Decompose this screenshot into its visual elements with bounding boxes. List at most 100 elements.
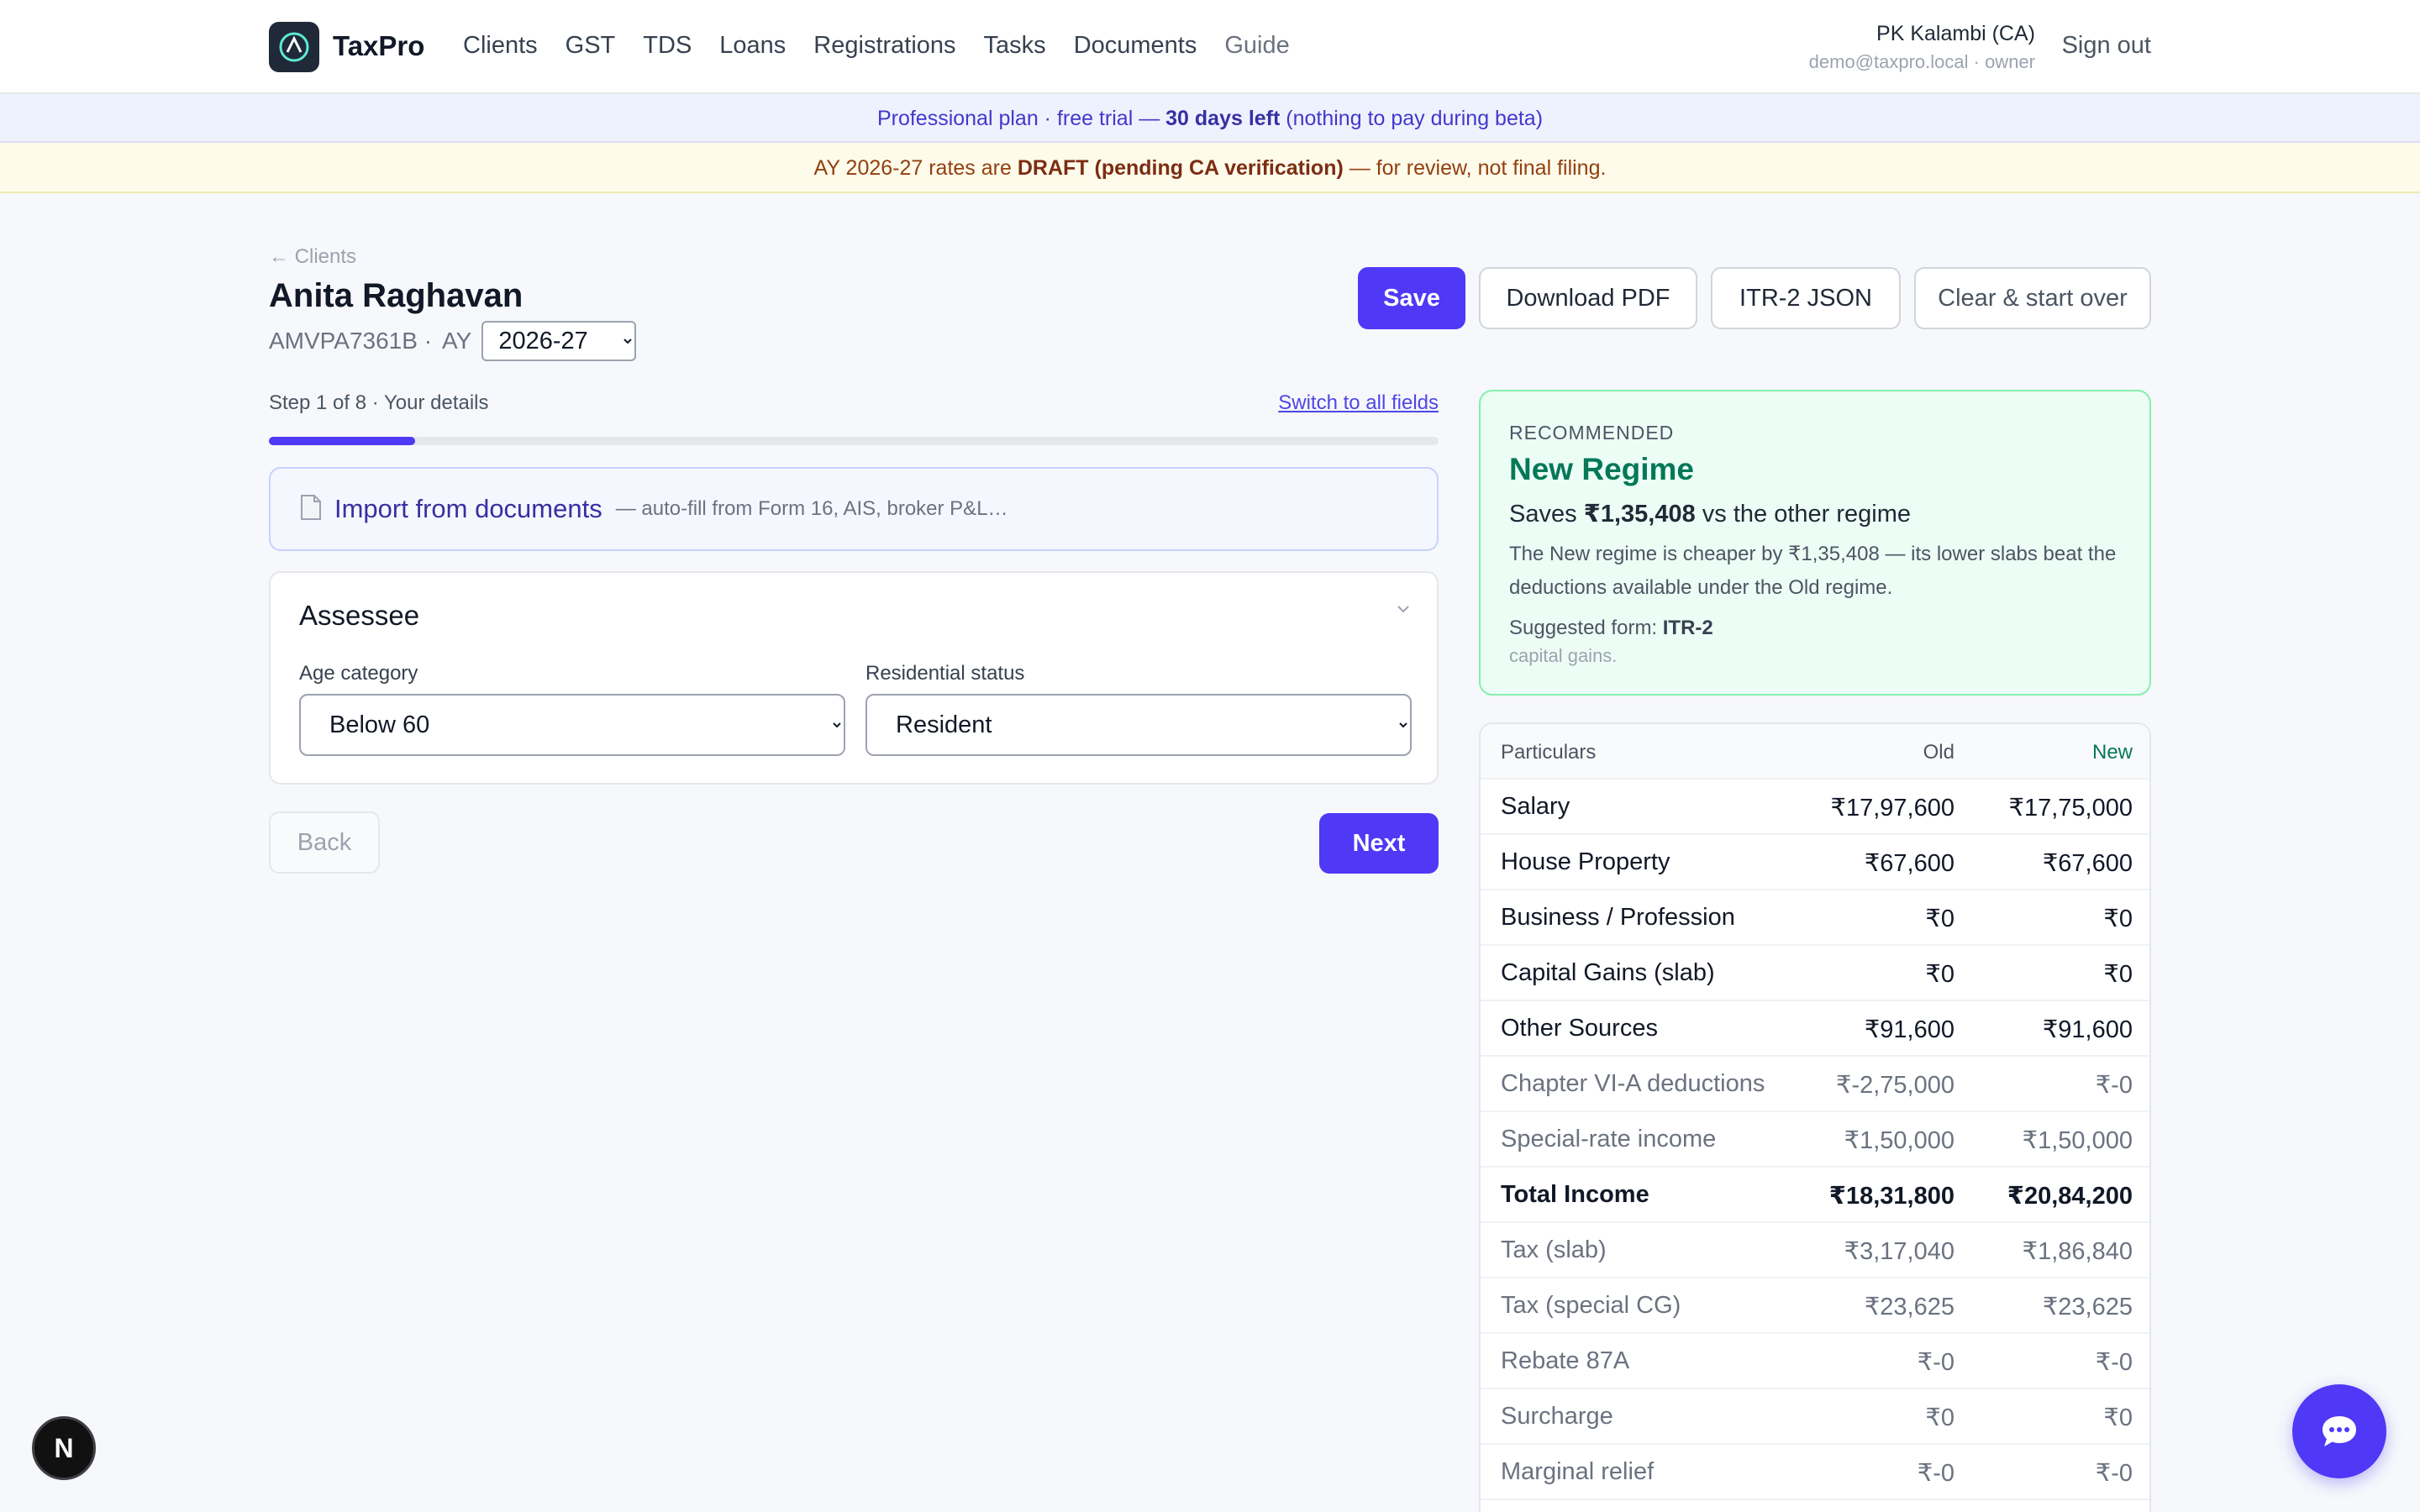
new-value: ₹20,84,200 [2007, 1183, 2133, 1210]
user-email: demo@taxpro.local · owner [1808, 51, 2035, 72]
download-pdf-button[interactable]: Download PDF [1479, 267, 1697, 329]
row-label: Chapter VI-A deductions [1501, 1070, 1765, 1097]
import-title: Import from documents [334, 494, 602, 523]
old-value: ₹-0 [1917, 1460, 1954, 1487]
old-value: ₹3,17,040 [1844, 1238, 1954, 1265]
row-label: House Property [1501, 848, 1670, 875]
new-value: ₹-0 [2095, 1460, 2133, 1487]
plan-days-left: 30 days left [1165, 107, 1281, 130]
new-value: ₹17,75,000 [2008, 795, 2133, 822]
savings-amount: ₹1,35,408 [1583, 501, 1696, 528]
table-row: House Property ₹67,600 ₹67,600 [1481, 835, 2149, 890]
table-row: Other Sources ₹91,600 ₹91,600 [1481, 1001, 2149, 1057]
brand-name[interactable]: TaxPro [333, 30, 424, 62]
assessment-year-select[interactable]: 2026-27 [481, 321, 637, 361]
age-category-select[interactable]: Below 60 [299, 694, 845, 756]
table-row: Rebate 87A ₹-0 ₹-0 [1481, 1334, 2149, 1389]
new-value: ₹0 [2103, 961, 2133, 988]
suggested-form-value: ITR-2 [1662, 617, 1713, 639]
back-to-clients-link[interactable]: ← Clients [269, 245, 356, 269]
dev-tools-badge[interactable]: N [32, 1416, 96, 1480]
sign-out-button[interactable]: Sign out [2062, 32, 2151, 60]
nav-guide[interactable]: Guide [1224, 32, 1289, 60]
client-pan-line: AMVPA7361B · AY 2026-27 [269, 321, 637, 361]
row-label: Total Income [1501, 1181, 1649, 1208]
old-value: ₹0 [1925, 906, 1954, 932]
import-from-documents-button[interactable]: Import from documents — auto-fill from F… [269, 467, 1439, 551]
suggested-form-label: Suggested form: [1509, 617, 1663, 639]
step-progress-fill [269, 437, 415, 445]
header-old: Old [1923, 741, 1954, 764]
savings-line: Saves ₹1,35,408 vs the other regime [1509, 499, 1911, 528]
header-particulars: Particulars [1501, 741, 1597, 764]
residential-status-select[interactable]: Resident [865, 694, 1412, 756]
row-label: Tax (slab) [1501, 1236, 1607, 1263]
row-label: Business / Profession [1501, 904, 1735, 931]
suggested-form-note: capital gains. [1509, 645, 1618, 666]
old-value: ₹91,600 [1864, 1016, 1954, 1043]
old-value: ₹17,97,600 [1830, 795, 1954, 822]
old-value: ₹-0 [1917, 1349, 1954, 1376]
ay-label: AY [442, 328, 472, 354]
clear-start-over-button[interactable]: Clear & start over [1914, 267, 2151, 329]
row-label: Special-rate income [1501, 1126, 1717, 1152]
old-value: ₹23,625 [1864, 1294, 1954, 1320]
nav-registrations[interactable]: Registrations [813, 32, 955, 60]
step-indicator: Step 1 of 8 · Your details [269, 391, 489, 414]
nav-documents[interactable]: Documents [1074, 32, 1197, 60]
old-value: ₹67,600 [1864, 850, 1954, 877]
row-label: Salary [1501, 793, 1570, 820]
table-row: Business / Profession ₹0 ₹0 [1481, 890, 2149, 946]
user-name: PK Kalambi (CA) [1876, 22, 2035, 45]
table-row: Chapter VI-A deductions ₹-2,75,000 ₹-0 [1481, 1057, 2149, 1112]
nav-loans[interactable]: Loans [719, 32, 786, 60]
table-header: Particulars Old New [1481, 724, 2149, 780]
regime-comparison-table: Particulars Old New Salary ₹17,97,600 ₹17,… [1479, 722, 2151, 1512]
old-value: ₹0 [1925, 1404, 1954, 1431]
row-label: Rebate 87A [1501, 1347, 1630, 1374]
recommendation-description: The New regime is cheaper by ₹1,35,408 —… [1509, 543, 2117, 599]
old-value: ₹0 [1925, 961, 1954, 988]
row-label: Marginal relief [1501, 1458, 1655, 1485]
assessee-section: Assessee Age category Below 60 Residenti… [269, 571, 1439, 785]
row-label: Capital Gains (slab) [1501, 959, 1715, 986]
recommendation-kicker: RECOMMENDED [1509, 422, 1675, 444]
nav-clients[interactable]: Clients [463, 32, 538, 60]
draft-banner-status: DRAFT (pending CA verification) [1017, 156, 1344, 180]
draft-banner-prefix: AY 2026-27 rates are [813, 156, 1018, 180]
draft-banner-suffix: — for review, not final filing. [1343, 156, 1607, 180]
nav-tasks[interactable]: Tasks [984, 32, 1046, 60]
main-nav: Clients GST TDS Loans Registrations Task… [463, 32, 1318, 60]
itr-json-button[interactable]: ITR-2 JSON [1711, 267, 1901, 329]
table-row: Tax (special CG) ₹23,625 ₹23,625 [1481, 1278, 2149, 1334]
chat-bubble-icon[interactable] [2292, 1384, 2386, 1478]
new-value: ₹-0 [2095, 1349, 2133, 1376]
residential-status-label: Residential status [865, 662, 1025, 685]
user-info: PK Kalambi (CA) demo@taxpro.local · owne… [1809, 22, 2035, 73]
client-name: Anita Raghavan [269, 277, 523, 314]
recommended-regime: New Regime [1509, 452, 1695, 486]
taxpro-logo-icon[interactable] [269, 22, 319, 72]
nav-gst[interactable]: GST [566, 32, 616, 60]
old-value: ₹1,50,000 [1844, 1127, 1954, 1154]
top-header: TaxPro Clients GST TDS Loans Registratio… [0, 0, 2420, 94]
new-value: ₹1,50,000 [2022, 1127, 2133, 1154]
new-value: ₹67,600 [2042, 850, 2133, 877]
section-title: Assessee [299, 600, 420, 631]
client-pan: AMVPA7361B · [269, 328, 433, 354]
draft-rates-banner: AY 2026-27 rates are DRAFT (pending CA v… [0, 143, 2420, 193]
plan-banner-suffix: (nothing to pay during beta) [1280, 107, 1544, 130]
save-button[interactable]: Save [1358, 267, 1465, 329]
chevron-down-icon[interactable] [1395, 603, 1412, 619]
nav-tds[interactable]: TDS [643, 32, 692, 60]
switch-to-all-fields-link[interactable]: Switch to all fields [1278, 391, 1439, 415]
plan-banner: Professional plan · free trial — 30 days… [0, 94, 2420, 143]
table-row: Total Income ₹18,31,800 ₹20,84,200 [1481, 1168, 2149, 1223]
table-row: Capital Gains (slab) ₹0 ₹0 [1481, 946, 2149, 1001]
new-value: ₹-0 [2095, 1072, 2133, 1099]
next-button[interactable]: Next [1319, 813, 1439, 874]
new-value: ₹23,625 [2042, 1294, 2133, 1320]
table-row: Salary ₹17,97,600 ₹17,75,000 [1481, 780, 2149, 835]
back-button[interactable]: Back [269, 811, 380, 874]
old-value: ₹-2,75,000 [1836, 1072, 1954, 1099]
